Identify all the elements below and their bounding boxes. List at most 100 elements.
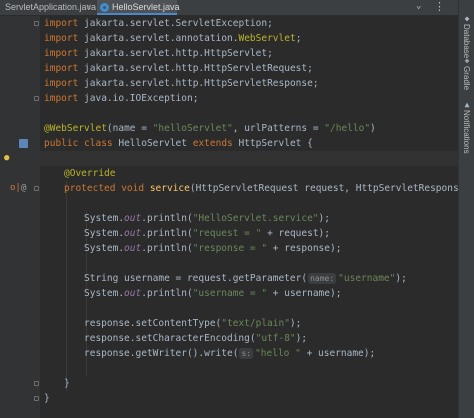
keyword: protected void bbox=[64, 183, 145, 194]
code-text: jakarta.servlet.http.HttpServletResponse… bbox=[78, 78, 319, 89]
code-text: + username); bbox=[267, 288, 342, 299]
code-line-3: import jakarta.servlet.http.HttpServlet; bbox=[44, 46, 273, 61]
string-literal: "username" bbox=[338, 273, 396, 284]
keyword: import bbox=[44, 18, 79, 29]
editor-gutter: ● o| @ bbox=[0, 16, 40, 418]
annotation-at-icon[interactable]: @ bbox=[21, 181, 26, 196]
static-field: out bbox=[124, 288, 142, 299]
code-line-22: response.setCharacterEncoding("utf-8"); bbox=[84, 331, 307, 346]
code-text: , urlPatterns = bbox=[232, 123, 325, 134]
parameter-hint: s: bbox=[239, 348, 254, 359]
code-line-16: System.out.println("response = " + respo… bbox=[84, 241, 341, 256]
code-line-8: @WebServlet(name = "helloServlet", urlPa… bbox=[44, 121, 376, 136]
code-text: ); bbox=[395, 273, 407, 284]
code-line-11: @Override bbox=[64, 166, 115, 181]
code-text: jakarta.servlet.annotation. bbox=[78, 33, 239, 44]
fold-toggle-icon[interactable] bbox=[34, 381, 39, 386]
editor-tab-bar: ServletApplication.java × HelloServlet.j… bbox=[0, 0, 458, 16]
more-options-icon[interactable]: ⋮ bbox=[434, 0, 445, 13]
keyword: import bbox=[44, 33, 79, 44]
annotation: @Override bbox=[64, 168, 116, 179]
static-field: out bbox=[124, 228, 142, 239]
string-literal: "/hello" bbox=[324, 123, 371, 134]
database-icon: ◆ bbox=[464, 14, 470, 23]
tab-hello-servlet[interactable]: HelloServlet.java × bbox=[97, 0, 180, 15]
code-text: (HttpServletRequest request, HttpServlet… bbox=[189, 183, 458, 194]
code-line-21: response.setContentType("text/plain"); bbox=[84, 316, 301, 331]
code-line-18: String username = request.getParameter(n… bbox=[84, 271, 407, 286]
fold-toggle-icon[interactable] bbox=[34, 21, 39, 26]
code-text: .println( bbox=[141, 288, 193, 299]
gutter-row: o| @ bbox=[0, 181, 40, 196]
code-text: ); bbox=[289, 318, 302, 329]
method-name: service bbox=[149, 183, 190, 194]
code-text: String username = request.getParameter( bbox=[84, 273, 308, 284]
string-literal: "helloServlet" bbox=[152, 123, 233, 134]
keyword: import bbox=[44, 63, 79, 74]
code-line-23: response.getWriter().write(s: "hello " + … bbox=[84, 346, 375, 361]
tab-servlet-application[interactable]: ServletApplication.java × bbox=[0, 0, 96, 15]
code-text: System. bbox=[84, 213, 125, 224]
close-icon[interactable]: × bbox=[86, 0, 92, 15]
right-tool-strip: ◆ Database ◈ Gradle ▲ Notifications bbox=[458, 0, 474, 418]
static-field: out bbox=[124, 213, 142, 224]
java-class-icon bbox=[100, 3, 109, 12]
code-text: response.getWriter().write( bbox=[84, 348, 239, 359]
keyword: import bbox=[44, 48, 79, 59]
code-line-5: import jakarta.servlet.http.HttpServletR… bbox=[44, 76, 319, 91]
code-text: + request); bbox=[261, 228, 330, 239]
static-field: out bbox=[124, 243, 142, 254]
code-editor[interactable]: import jakarta.servlet.ServletException;… bbox=[40, 16, 458, 418]
code-text: System. bbox=[84, 288, 125, 299]
code-text: java.io.IOException; bbox=[78, 93, 199, 104]
code-line-12: protected void service(HttpServletReques… bbox=[64, 181, 458, 196]
close-icon[interactable]: × bbox=[165, 0, 171, 15]
servlet-class-icon[interactable] bbox=[19, 139, 28, 148]
code-text: + response); bbox=[267, 243, 342, 254]
gradle-tool-button[interactable]: ◈ Gradle bbox=[461, 56, 473, 90]
code-text: (name = bbox=[106, 123, 153, 134]
parameter-hint: name: bbox=[308, 273, 337, 284]
string-literal: "HelloServlet.service" bbox=[192, 213, 319, 224]
code-text: .println( bbox=[141, 228, 193, 239]
code-text: ; bbox=[295, 33, 302, 44]
database-tool-button[interactable]: ◆ Database bbox=[461, 14, 473, 58]
code-text: response.setContentType( bbox=[84, 318, 222, 329]
gradle-icon: ◈ bbox=[464, 56, 470, 65]
code-text: System. bbox=[84, 228, 125, 239]
fold-toggle-icon[interactable] bbox=[34, 96, 39, 101]
string-literal: "utf-8" bbox=[255, 333, 296, 344]
keyword: public class bbox=[44, 138, 113, 149]
notifications-tool-button[interactable]: ▲ Notifications bbox=[461, 100, 473, 154]
gutter-row: ● bbox=[0, 151, 40, 166]
code-text: jakarta.servlet.http.HttpServlet; bbox=[78, 48, 273, 59]
code-text: System. bbox=[84, 243, 125, 254]
code-line-15: System.out.println("request = " + reques… bbox=[84, 226, 330, 241]
code-text: HelloServlet bbox=[112, 138, 193, 149]
code-text: ) bbox=[370, 123, 376, 134]
override-method-icon[interactable]: o| bbox=[10, 181, 21, 196]
bell-icon: ▲ bbox=[464, 100, 470, 109]
keyword: import bbox=[44, 78, 79, 89]
notifications-label: Notifications bbox=[462, 110, 471, 154]
closing-brace: } bbox=[44, 393, 50, 404]
code-line-2: import jakarta.servlet.annotation.WebSer… bbox=[44, 31, 301, 46]
code-text: response.setCharacterEncoding( bbox=[84, 333, 256, 344]
code-line-19: System.out.println("username = " + usern… bbox=[84, 286, 341, 301]
code-line-9: public class HelloServlet extends HttpSe… bbox=[44, 136, 313, 151]
code-line-26: } bbox=[44, 391, 50, 406]
code-text: ); bbox=[295, 333, 308, 344]
chevron-down-icon[interactable]: ⌄ bbox=[416, 1, 421, 11]
database-label: Database bbox=[462, 24, 471, 59]
closing-brace: } bbox=[64, 378, 70, 389]
lightbulb-icon[interactable]: ● bbox=[4, 151, 9, 166]
code-text: HttpServlet { bbox=[232, 138, 313, 149]
annotation: @WebServlet bbox=[44, 123, 107, 134]
fold-toggle-icon[interactable] bbox=[34, 396, 39, 401]
string-literal: "request = " bbox=[192, 228, 262, 239]
code-line-4: import jakarta.servlet.http.HttpServletR… bbox=[44, 61, 313, 76]
code-text: ); bbox=[318, 213, 330, 224]
code-text: .println( bbox=[141, 243, 193, 254]
code-text: .println( bbox=[141, 213, 193, 224]
code-line-14: System.out.println("HelloServlet.service… bbox=[84, 211, 330, 226]
